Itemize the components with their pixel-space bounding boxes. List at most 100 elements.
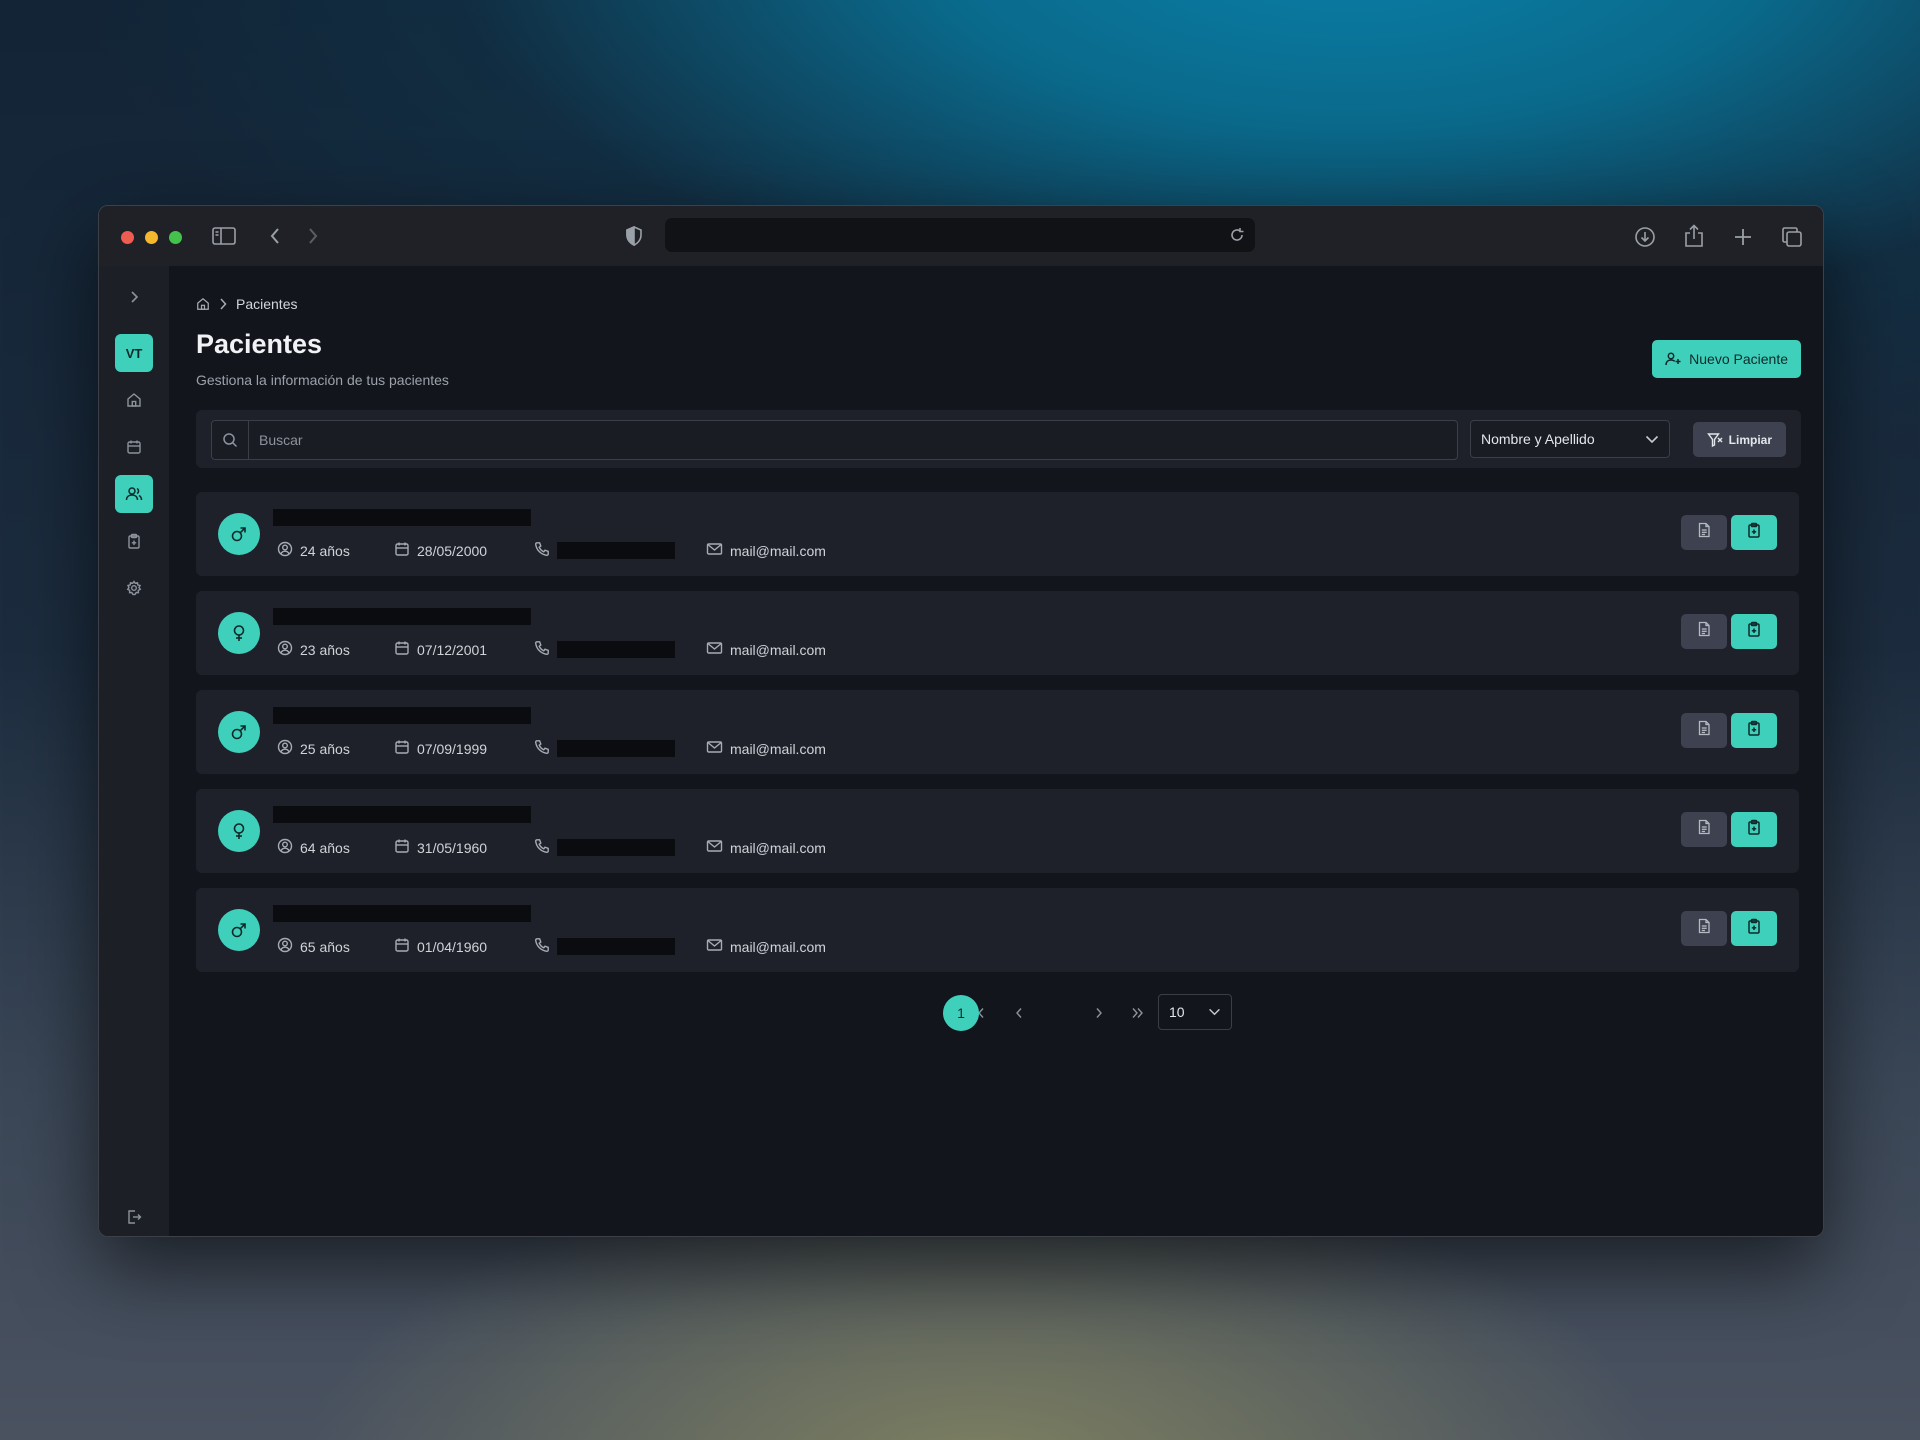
mail-icon <box>706 937 723 956</box>
last-page-button[interactable] <box>1126 994 1150 1032</box>
clear-filters-button[interactable]: Limpiar <box>1692 422 1786 457</box>
patient-card[interactable]: 24 años 28/05/2000 mail@mail.com <box>196 492 1799 576</box>
browser-window: VT Pacientes Pacientes Gestiona la infor… <box>98 205 1824 1237</box>
forward-arrow-icon[interactable] <box>303 224 323 248</box>
document-icon <box>1696 918 1712 939</box>
patient-birthdate-value: 07/12/2001 <box>417 641 488 658</box>
patient-birthdate: 28/05/2000 <box>394 541 487 560</box>
new-tab-icon[interactable] <box>1730 224 1756 250</box>
chevron-down-icon <box>1645 435 1659 443</box>
main-content: Pacientes Pacientes Gestiona la informac… <box>169 266 1823 1236</box>
view-document-button[interactable] <box>1681 911 1727 946</box>
clear-filters-label: Limpiar <box>1728 432 1772 447</box>
patient-phone <box>534 937 675 956</box>
patient-email-value: mail@mail.com <box>730 641 826 658</box>
chevron-left-icon <box>1016 1008 1022 1018</box>
patient-card[interactable]: 65 años 01/04/1960 mail@mail.com <box>196 888 1799 972</box>
sidebar-toggle-icon[interactable] <box>211 224 237 248</box>
sidebar-item-home[interactable] <box>115 381 153 419</box>
person-circle-icon <box>277 937 293 956</box>
home-icon <box>127 393 141 407</box>
maximize-window-button[interactable] <box>169 231 182 244</box>
share-icon[interactable] <box>1681 222 1707 250</box>
new-patient-button[interactable]: Nuevo Paciente <box>1652 340 1801 378</box>
patient-birthdate-value: 01/04/1960 <box>417 938 488 955</box>
redacted-phone <box>557 839 675 856</box>
gear-icon <box>126 580 142 596</box>
view-document-button[interactable] <box>1681 812 1727 847</box>
add-record-button[interactable] <box>1731 713 1777 748</box>
person-circle-icon <box>277 541 293 560</box>
logout-button[interactable] <box>115 1198 153 1236</box>
next-page-button[interactable] <box>1087 994 1111 1032</box>
previous-page-button[interactable] <box>1007 994 1031 1032</box>
sidebar-item-settings[interactable] <box>115 569 153 607</box>
patient-birthdate-value: 31/05/1960 <box>417 839 488 856</box>
phone-icon <box>534 541 550 560</box>
filter-clear-icon <box>1706 432 1723 447</box>
user-avatar[interactable]: VT <box>115 334 153 372</box>
patient-email: mail@mail.com <box>706 838 826 857</box>
patient-card[interactable]: 23 años 07/12/2001 mail@mail.com <box>196 591 1799 675</box>
view-document-button[interactable] <box>1681 515 1727 550</box>
patient-age-value: 23 años <box>300 641 350 658</box>
search-input[interactable] <box>249 431 1457 449</box>
minimize-window-button[interactable] <box>145 231 158 244</box>
view-document-button[interactable] <box>1681 614 1727 649</box>
add-record-button[interactable] <box>1731 614 1777 649</box>
patient-email: mail@mail.com <box>706 739 826 758</box>
add-record-button[interactable] <box>1731 515 1777 550</box>
view-document-button[interactable] <box>1681 713 1727 748</box>
redacted-name <box>273 806 531 823</box>
reload-icon[interactable] <box>1227 225 1247 245</box>
patient-email: mail@mail.com <box>706 640 826 659</box>
document-icon <box>1696 621 1712 642</box>
shield-icon[interactable] <box>623 224 645 248</box>
add-record-button[interactable] <box>1731 812 1777 847</box>
redacted-phone <box>557 938 675 955</box>
page-size-select[interactable]: 10 <box>1158 994 1232 1030</box>
patient-age-value: 25 años <box>300 740 350 757</box>
patient-birthdate: 31/05/1960 <box>394 838 487 857</box>
chevron-right-icon <box>220 298 227 310</box>
female-icon <box>218 810 260 852</box>
chevron-down-icon <box>1209 1008 1220 1016</box>
address-bar[interactable] <box>665 218 1255 252</box>
patient-card[interactable]: 25 años 07/09/1999 mail@mail.com <box>196 690 1799 774</box>
patient-email-value: mail@mail.com <box>730 938 826 955</box>
patient-age-value: 64 años <box>300 839 350 856</box>
sidebar-item-records[interactable] <box>115 522 153 560</box>
sidebar-item-patients[interactable] <box>115 475 153 513</box>
document-icon <box>1696 720 1712 741</box>
page-button-current[interactable]: 1 <box>943 995 979 1031</box>
redacted-name <box>273 608 531 625</box>
calendar-icon <box>394 640 410 659</box>
breadcrumb: Pacientes <box>196 296 297 312</box>
home-icon[interactable] <box>196 297 210 311</box>
user-initials: VT <box>125 345 143 361</box>
patient-email-value: mail@mail.com <box>730 542 826 559</box>
patient-card[interactable]: 64 años 31/05/1960 mail@mail.com <box>196 789 1799 873</box>
page-subtitle: Gestiona la información de tus pacientes <box>196 372 449 388</box>
clipboard-plus-icon <box>1746 621 1762 642</box>
back-arrow-icon[interactable] <box>265 224 285 248</box>
sidebar-item-calendar[interactable] <box>115 428 153 466</box>
expand-sidebar-button[interactable] <box>115 278 153 316</box>
mail-icon <box>706 640 723 659</box>
search-field-select[interactable]: Nombre y Apellido <box>1470 420 1670 458</box>
redacted-phone <box>557 641 675 658</box>
search-box[interactable] <box>211 420 1458 460</box>
download-icon[interactable] <box>1632 224 1658 250</box>
redacted-name <box>273 905 531 922</box>
patient-age-value: 24 años <box>300 542 350 559</box>
patient-age: 24 años <box>277 541 350 560</box>
mail-icon <box>706 838 723 857</box>
patient-email: mail@mail.com <box>706 937 826 956</box>
tab-overview-icon[interactable] <box>1779 224 1805 250</box>
close-window-button[interactable] <box>121 231 134 244</box>
phone-icon <box>534 838 550 857</box>
pagination: 1 10 <box>169 994 1823 1034</box>
add-record-button[interactable] <box>1731 911 1777 946</box>
patient-birthdate-value: 28/05/2000 <box>417 542 488 559</box>
patient-phone <box>534 541 675 560</box>
